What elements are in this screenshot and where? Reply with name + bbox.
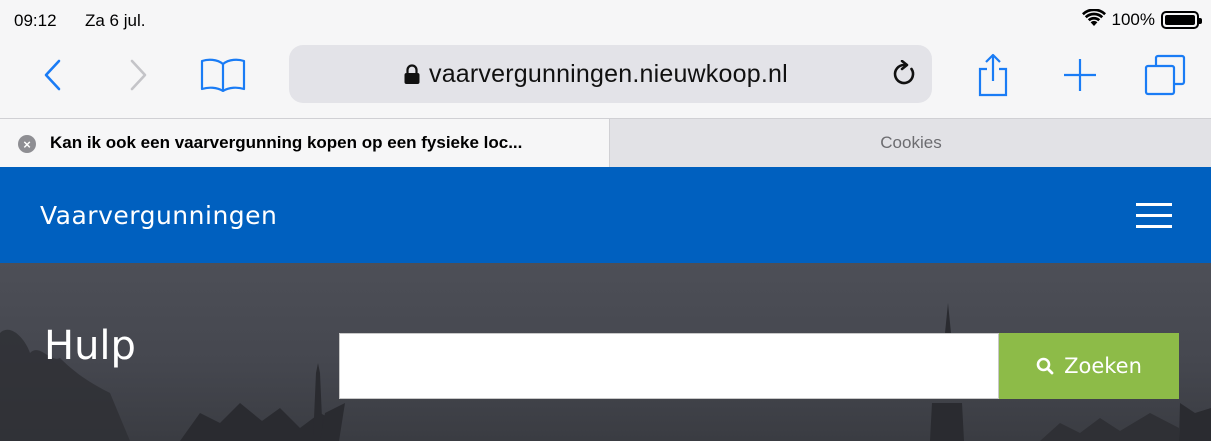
page-heading: Hulp (44, 323, 136, 369)
tab-cookies[interactable]: Cookies (611, 119, 1211, 167)
search-icon (1036, 357, 1054, 375)
search-button[interactable]: Zoeken (999, 333, 1179, 399)
reload-icon (893, 60, 915, 85)
battery-icon (1161, 11, 1202, 29)
hero-banner: Hulp Zoeken (0, 263, 1211, 441)
back-button[interactable] (30, 52, 76, 98)
hamburger-menu-icon[interactable] (1136, 203, 1172, 229)
plus-icon (1064, 59, 1096, 91)
tabs-icon (1144, 54, 1186, 96)
reload-button[interactable] (889, 59, 919, 89)
book-icon (200, 58, 246, 92)
address-bar[interactable]: vaarvergunningen.nieuwkoop.nl (289, 45, 932, 103)
tabs-overview-button[interactable] (1138, 50, 1192, 100)
status-date: Za 6 jul. (85, 11, 146, 30)
site-header: Vaarvergunningen (0, 167, 1211, 263)
url-text: vaarvergunningen.nieuwkoop.nl (429, 60, 788, 88)
tab-active[interactable]: × Kan ik ook een vaarvergunning kopen op… (0, 119, 610, 167)
close-tab-icon[interactable]: × (18, 135, 36, 153)
status-time: 09:12 (14, 11, 57, 30)
wifi-icon (1081, 7, 1106, 32)
tab-title: Kan ik ook een vaarvergunning kopen op e… (50, 133, 523, 152)
share-button[interactable] (968, 48, 1018, 102)
tab-strip: × Kan ik ook een vaarvergunning kopen op… (0, 118, 1211, 167)
status-bar: 09:12 Za 6 jul. 100% (0, 0, 1211, 38)
chevron-right-icon (130, 59, 147, 91)
status-indicators: 100% (1081, 7, 1202, 32)
site-title[interactable]: Vaarvergunningen (40, 201, 277, 230)
battery-percentage: 100% (1111, 10, 1155, 29)
new-tab-button[interactable] (1055, 50, 1105, 100)
share-icon (978, 53, 1008, 97)
forward-button[interactable] (115, 52, 161, 98)
bookmarks-button[interactable] (195, 52, 251, 98)
lock-icon (404, 64, 420, 84)
search-button-label: Zoeken (1064, 354, 1142, 378)
search-input[interactable] (339, 333, 999, 399)
chevron-left-icon (44, 59, 61, 91)
tab-title: Cookies (880, 133, 942, 152)
browser-toolbar: vaarvergunningen.nieuwkoop.nl (0, 38, 1211, 112)
